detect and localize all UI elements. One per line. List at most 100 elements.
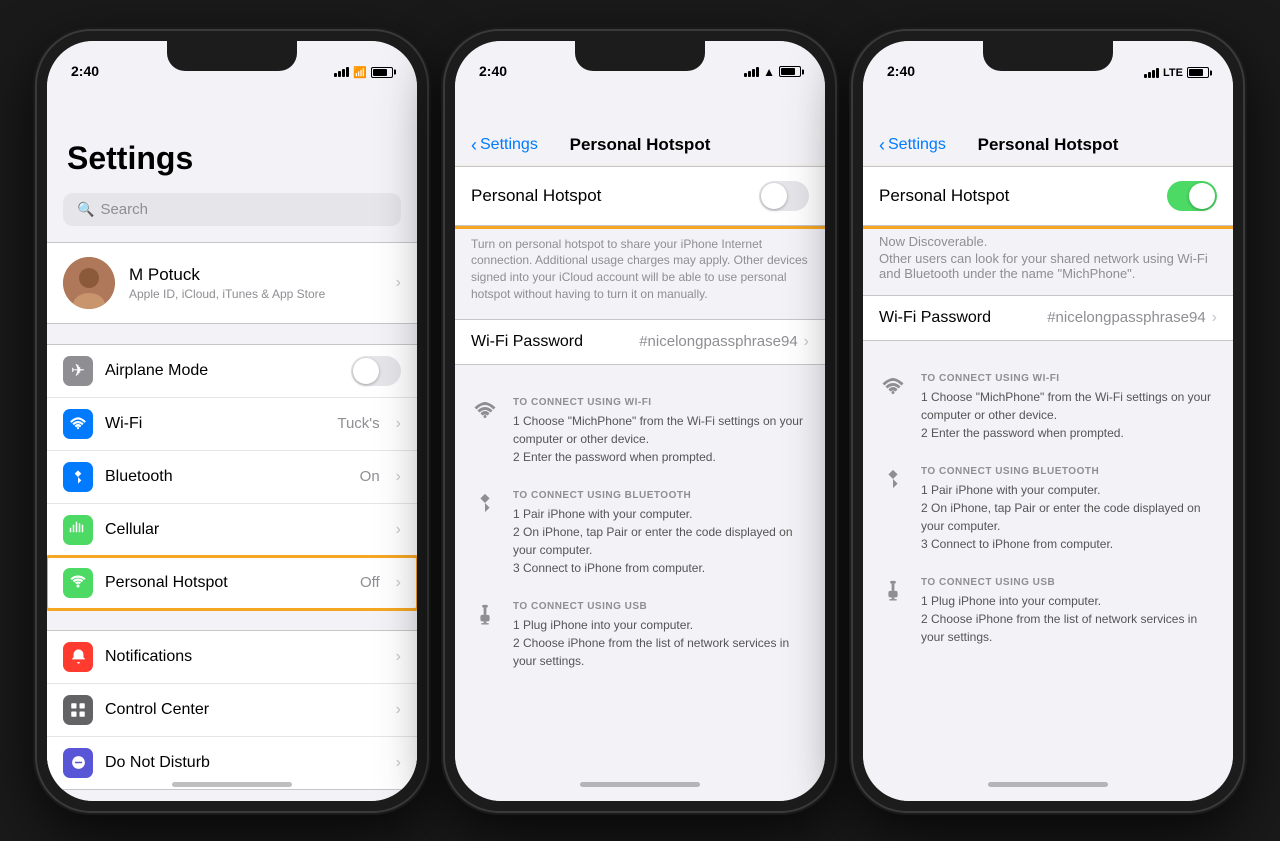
connect-bt-icon-3 — [879, 468, 907, 553]
connect-wifi-3: TO CONNECT USING WI-FI 1 Choose "MichPho… — [863, 361, 1233, 454]
hotspot-label: Personal Hotspot — [105, 574, 348, 592]
status-icons-3: LTE — [1144, 67, 1209, 79]
wifi-icon-2: ▲ — [763, 65, 775, 79]
airplane-toggle[interactable] — [351, 356, 401, 386]
connect-wifi-icon-3 — [879, 375, 907, 442]
connect-bt-3: TO CONNECT USING BLUETOOTH 1 Pair iPhone… — [863, 454, 1233, 565]
cellular-row[interactable]: Cellular › — [47, 504, 417, 557]
wifi-row-icon — [63, 409, 93, 439]
hotspot-toggle-3[interactable] — [1167, 181, 1217, 211]
wifi-value: Tuck's — [337, 415, 379, 432]
connect-bt-2: TO CONNECT USING BLUETOOTH 1 Pair iPhone… — [455, 478, 825, 589]
connect-bt-icon-2 — [471, 492, 499, 577]
hotspot-chevron: › — [396, 574, 401, 592]
connect-bt-steps-3: 1 Pair iPhone with your computer. 2 On i… — [921, 481, 1217, 553]
connect-usb-icon-2 — [471, 603, 499, 670]
settings-group-1: ✈ Airplane Mode Wi-Fi Tuck's › — [47, 344, 417, 610]
user-row[interactable]: M Potuck Apple ID, iCloud, iTunes & App … — [47, 242, 417, 324]
home-indicator-2 — [580, 782, 700, 787]
wifi-label: Wi-Fi — [105, 415, 325, 433]
back-button-3[interactable]: ‹ Settings — [879, 135, 946, 156]
back-button-2[interactable]: ‹ Settings — [471, 135, 538, 156]
hotspot-icon — [63, 568, 93, 598]
connect-bt-text-2: TO CONNECT USING BLUETOOTH 1 Pair iPhone… — [513, 490, 809, 577]
page-title: Settings — [47, 85, 417, 185]
wifi-row[interactable]: Wi-Fi Tuck's › — [47, 398, 417, 451]
hotspot-toggle-row-2[interactable]: Personal Hotspot — [455, 167, 825, 226]
nav-title-3: Personal Hotspot — [978, 135, 1119, 155]
connect-wifi-text-3: TO CONNECT USING WI-FI 1 Choose "MichPho… — [921, 373, 1217, 442]
battery-icon-3 — [1187, 67, 1209, 78]
control-center-icon — [63, 695, 93, 725]
connect-usb-text-2: TO CONNECT USING USB 1 Plug iPhone into … — [513, 601, 809, 670]
search-placeholder: Search — [100, 201, 148, 218]
notifications-row[interactable]: Notifications › — [47, 631, 417, 684]
wifi-pw-value-3: #nicelongpassphrase94 — [1047, 309, 1205, 326]
hotspot-toggle-row-3[interactable]: Personal Hotspot — [863, 167, 1233, 226]
control-center-row[interactable]: Control Center › — [47, 684, 417, 737]
nav-bar-2: ‹ Settings Personal Hotspot — [455, 85, 825, 167]
hotspot-row[interactable]: Personal Hotspot Off › — [47, 557, 417, 609]
wifi-password-row-3[interactable]: Wi-Fi Password #nicelongpassphrase94 › — [863, 295, 1233, 341]
description-2: Turn on personal hotspot to share your i… — [455, 226, 825, 319]
airplane-row[interactable]: ✈ Airplane Mode — [47, 345, 417, 398]
discoverable-text-3: Now Discoverable. — [863, 226, 1233, 251]
dnd-icon — [63, 748, 93, 778]
avatar — [63, 257, 115, 309]
wifi-pw-label-3: Wi-Fi Password — [879, 309, 1047, 327]
connect-usb-steps-3: 1 Plug iPhone into your computer. 2 Choo… — [921, 592, 1217, 646]
connect-bt-steps-2: 1 Pair iPhone with your computer. 2 On i… — [513, 505, 809, 577]
nav-bar-3: ‹ Settings Personal Hotspot — [863, 85, 1233, 167]
home-indicator-3 — [988, 782, 1108, 787]
status-time-2: 2:40 — [479, 63, 507, 79]
connect-wifi-text-2: TO CONNECT USING WI-FI 1 Choose "MichPho… — [513, 397, 809, 466]
wifi-password-row-2[interactable]: Wi-Fi Password #nicelongpassphrase94 › — [455, 319, 825, 365]
wifi-icon: 📶 — [353, 66, 367, 79]
user-info: M Potuck Apple ID, iCloud, iTunes & App … — [129, 265, 382, 301]
signal-icon — [334, 67, 349, 77]
connect-usb-2: TO CONNECT USING USB 1 Plug iPhone into … — [455, 589, 825, 682]
hotspot-toggle-2[interactable] — [759, 181, 809, 211]
status-icons: 📶 — [334, 66, 393, 79]
hotspot-toggle-label-2: Personal Hotspot — [471, 186, 759, 206]
connect-usb-title-2: TO CONNECT USING USB — [513, 601, 809, 612]
back-chevron-3: ‹ — [879, 135, 885, 156]
lte-label: LTE — [1163, 67, 1183, 79]
connect-bt-text-3: TO CONNECT USING BLUETOOTH 1 Pair iPhone… — [921, 466, 1217, 553]
cellular-chevron: › — [396, 521, 401, 539]
home-indicator — [172, 782, 292, 787]
back-label-3: Settings — [888, 136, 946, 154]
bluetooth-chevron: › — [396, 468, 401, 486]
search-bar[interactable]: 🔍 Search — [63, 193, 401, 226]
bluetooth-value: On — [360, 468, 380, 485]
phone-hotspot-off: 2:40 ▲ — [445, 31, 835, 811]
battery-icon — [371, 67, 393, 78]
connect-usb-title-3: TO CONNECT USING USB — [921, 577, 1217, 588]
status-bar: 2:40 📶 — [47, 41, 417, 85]
connect-bt-title-3: TO CONNECT USING BLUETOOTH — [921, 466, 1217, 477]
connect-usb-icon-3 — [879, 579, 907, 646]
connect-wifi-title-3: TO CONNECT USING WI-FI — [921, 373, 1217, 384]
wifi-pw-value-2: #nicelongpassphrase94 — [639, 333, 797, 350]
status-time: 2:40 — [71, 63, 99, 79]
bluetooth-row[interactable]: Bluetooth On › — [47, 451, 417, 504]
status-bar-2: 2:40 ▲ — [455, 41, 825, 85]
cellular-icon — [63, 515, 93, 545]
connect-wifi-2: TO CONNECT USING WI-FI 1 Choose "MichPho… — [455, 385, 825, 478]
battery-icon-2 — [779, 66, 801, 77]
control-center-chevron: › — [396, 701, 401, 719]
settings-group-2: Notifications › Control Center › — [47, 630, 417, 790]
connect-wifi-steps-3: 1 Choose "MichPhone" from the Wi-Fi sett… — [921, 388, 1217, 442]
signal-icon-2 — [744, 67, 759, 77]
phone-settings: 2:40 📶 Settings — [37, 31, 427, 811]
wifi-pw-chevron-2: › — [804, 333, 809, 351]
discoverable-detail-3: Other users can look for your shared net… — [863, 251, 1233, 295]
notifications-chevron: › — [396, 648, 401, 666]
connect-usb-steps-2: 1 Plug iPhone into your computer. 2 Choo… — [513, 616, 809, 670]
user-name: M Potuck — [129, 265, 382, 285]
wifi-chevron: › — [396, 415, 401, 433]
bluetooth-icon — [63, 462, 93, 492]
status-icons-2: ▲ — [744, 65, 801, 79]
airplane-label: Airplane Mode — [105, 362, 339, 380]
notifications-icon — [63, 642, 93, 672]
